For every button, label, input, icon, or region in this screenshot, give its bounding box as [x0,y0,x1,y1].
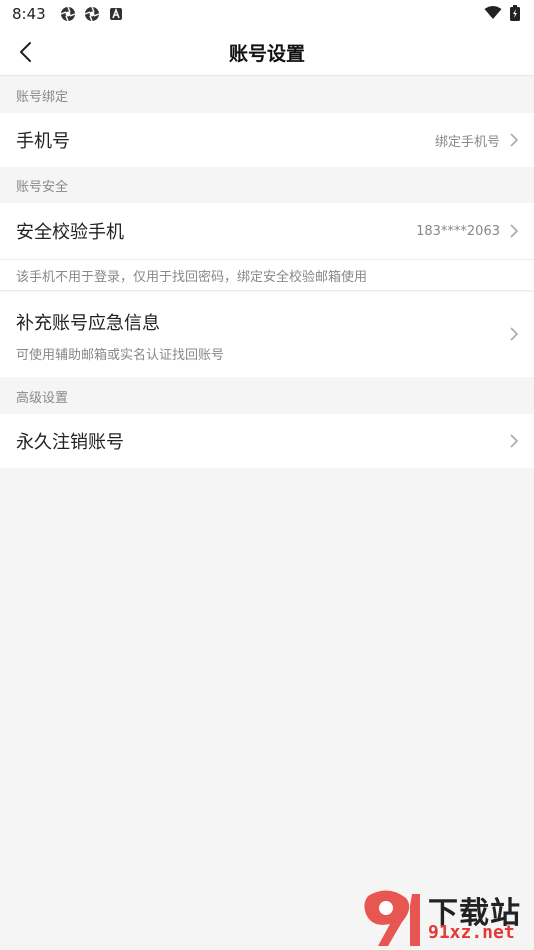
section-header-advanced: 高级设置 [0,378,534,414]
chevron-right-icon [510,434,519,448]
security-phone-note: 该手机不用于登录，仅用于找回密码，绑定安全校验邮箱使用 [0,259,534,291]
aperture-icon-2 [84,6,99,22]
phone-row[interactable]: 手机号 绑定手机号 [0,113,534,167]
watermark-domain: 91xz.net [428,922,515,943]
page-title: 账号设置 [228,42,305,65]
aperture-icon [60,6,75,22]
top-app-bar: 账号设置 [0,28,534,76]
wifi-icon [484,6,502,19]
battery-charging-icon [510,5,520,21]
status-right [484,5,520,21]
security-phone-value: 183****2063 [416,223,500,239]
delete-account-label: 永久注销账号 [16,432,124,453]
emergency-info-sub: 可使用辅助邮箱或实名认证找回账号 [16,348,225,363]
emergency-info-row[interactable]: 补充账号应急信息 可使用辅助邮箱或实名认证找回账号 [0,292,534,377]
status-bar: 8:43 [0,0,534,28]
app-notification-icon [109,7,122,20]
security-phone-label: 安全校验手机 [16,222,124,243]
chevron-right-icon [510,133,519,147]
section-header-security: 账号安全 [0,167,534,203]
phone-value: 绑定手机号 [434,134,500,150]
status-time: 8:43 [12,5,46,23]
section-header-binding: 账号绑定 [0,77,534,113]
watermark-logo-icon [364,890,420,946]
emergency-info-label: 补充账号应急信息 [16,313,160,334]
security-phone-row[interactable]: 安全校验手机 183****2063 [0,203,534,259]
watermark: 下载站 91xz.net [358,888,528,948]
phone-label: 手机号 [16,131,70,152]
delete-account-row[interactable]: 永久注销账号 [0,414,534,468]
chevron-right-icon [510,224,519,238]
chevron-right-icon [510,327,519,341]
